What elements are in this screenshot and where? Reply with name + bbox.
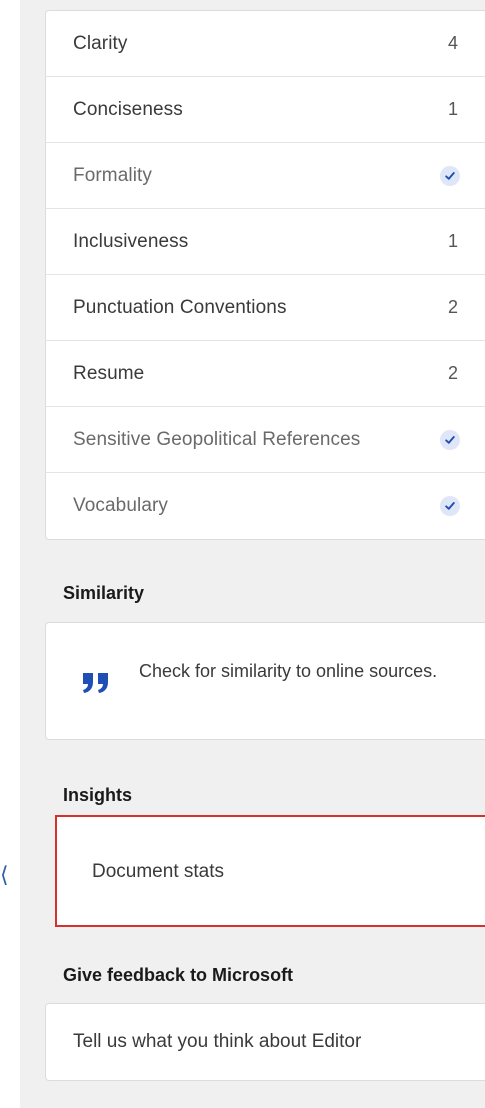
refinement-row-clarity[interactable]: Clarity 4: [46, 11, 485, 77]
insights-heading: Insights: [63, 785, 133, 805]
refinement-count: 2: [447, 297, 458, 317]
refinement-row-inclusiveness[interactable]: Inclusiveness 1: [46, 209, 485, 275]
refinement-label: Punctuation Conventions: [73, 296, 287, 318]
similarity-text: Check for similarity to online sources.: [139, 661, 438, 681]
refinement-label: Clarity: [73, 32, 128, 54]
refinement-row-conciseness[interactable]: Conciseness 1: [46, 77, 485, 143]
refinement-count: 2: [447, 363, 458, 383]
refinement-row-resume[interactable]: Resume 2: [46, 341, 485, 407]
refinement-label: Resume: [73, 362, 145, 384]
refinement-row-formality[interactable]: Formality: [46, 143, 485, 209]
refinement-label: Inclusiveness: [73, 230, 189, 252]
feedback-label: Tell us what you think about Editor: [73, 1031, 362, 1052]
refinements-list: Clarity 4 Conciseness 1 Formality Inclus…: [45, 10, 485, 540]
refinement-label: Formality: [73, 164, 153, 186]
check-icon: [440, 429, 460, 450]
refinement-count: 1: [447, 99, 458, 119]
refinement-count: 1: [447, 231, 458, 251]
similarity-heading: Similarity: [63, 583, 145, 603]
refinement-row-vocabulary[interactable]: Vocabulary: [46, 473, 485, 539]
refinement-label: Conciseness: [73, 98, 183, 120]
similarity-check-button[interactable]: Check for similarity to online sources.: [45, 622, 485, 740]
refinement-row-sensitive-geopolitical-references[interactable]: Sensitive Geopolitical References: [46, 407, 485, 473]
feedback-button[interactable]: Tell us what you think about Editor: [45, 1003, 485, 1081]
partial-edge-icon: ⟨: [0, 862, 9, 887]
document-stats-button[interactable]: Document stats: [55, 815, 485, 927]
refinement-label: Sensitive Geopolitical References: [73, 428, 361, 450]
feedback-heading: Give feedback to Microsoft: [63, 965, 294, 985]
check-icon: [440, 496, 460, 516]
document-stats-label: Document stats: [92, 861, 224, 882]
refinement-row-punctuation-conventions[interactable]: Punctuation Conventions 2: [46, 275, 485, 341]
check-icon: [440, 165, 460, 186]
refinement-label: Vocabulary: [73, 495, 169, 516]
quote-icon: [80, 665, 114, 699]
refinement-count: 4: [447, 33, 458, 53]
